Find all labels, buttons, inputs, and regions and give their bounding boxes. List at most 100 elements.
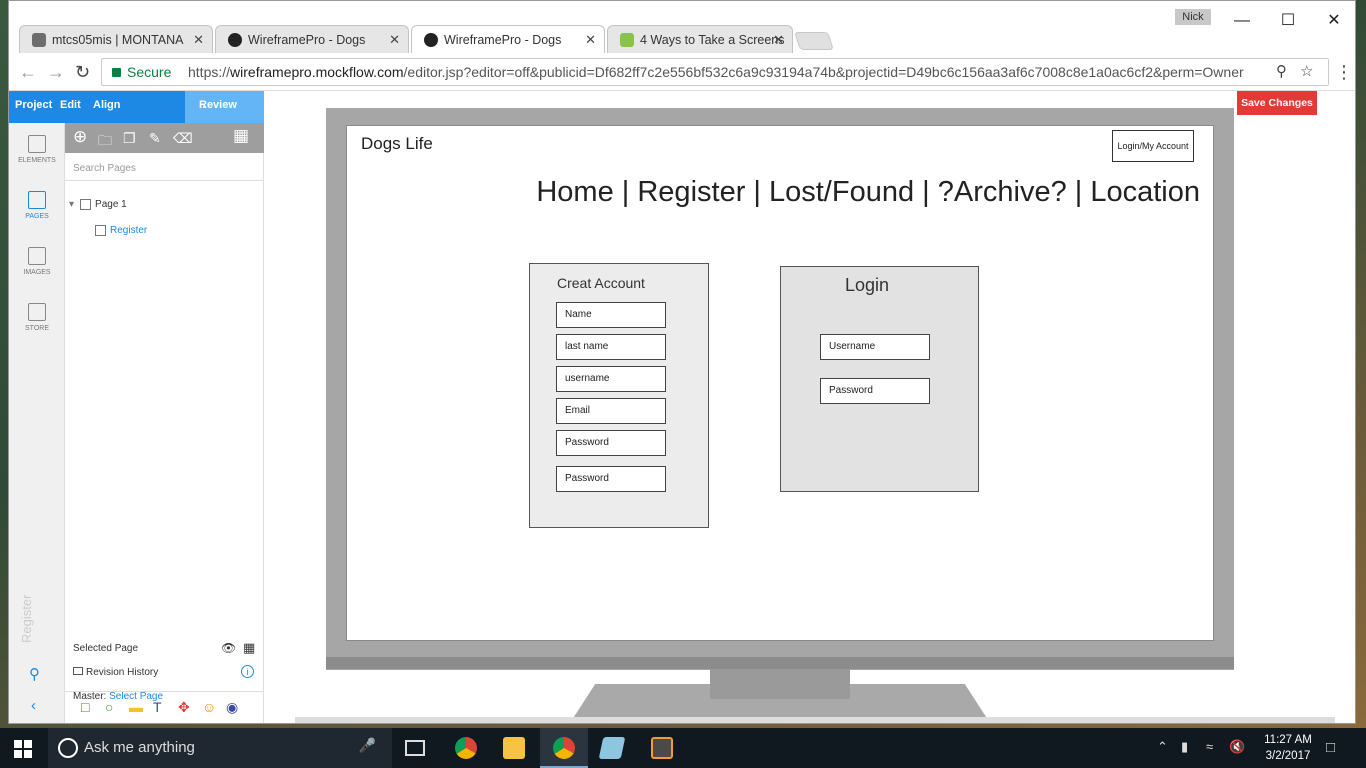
windows-start-icon[interactable] bbox=[14, 740, 32, 758]
cortana-search[interactable]: Ask me anything 🎤 bbox=[48, 728, 392, 768]
site-navigation[interactable]: Home | Register | Lost/Found | ?Archive?… bbox=[536, 176, 1200, 209]
microphone-icon[interactable]: 🎤 bbox=[359, 737, 376, 754]
last-name-field[interactable]: last name bbox=[556, 334, 666, 360]
page-icon bbox=[80, 199, 92, 210]
login-box[interactable]: Login Username Password bbox=[780, 266, 979, 492]
tab-mtcs05mis[interactable]: mtcs05mis | MONTANA ✕ bbox=[19, 25, 213, 53]
taskbar-file-explorer[interactable] bbox=[490, 728, 538, 768]
create-account-box[interactable]: Creat Account Name last name username Em… bbox=[529, 263, 709, 528]
url-scheme: https:// bbox=[188, 64, 231, 80]
menu-align[interactable]: Align bbox=[93, 99, 121, 111]
selected-page-row: Selected Page 👁 ▦ bbox=[73, 640, 255, 655]
rectangle-icon[interactable]: □ bbox=[81, 699, 89, 715]
notifications-icon[interactable]: □ bbox=[1326, 739, 1335, 756]
horizontal-scrollbar[interactable] bbox=[295, 717, 1335, 723]
info-icon[interactable]: i bbox=[241, 665, 254, 678]
folder-icon[interactable]: 🗀 bbox=[98, 130, 112, 154]
target-icon[interactable]: ◉ bbox=[226, 699, 238, 716]
revision-history-row[interactable]: Revision History i bbox=[73, 665, 254, 678]
rail-images[interactable]: IMAGES bbox=[9, 247, 65, 276]
review-label: Review bbox=[199, 99, 237, 111]
zoom-search-icon[interactable]: ⚲ bbox=[1276, 59, 1287, 85]
save-changes-button[interactable]: Save Changes bbox=[1237, 91, 1317, 115]
reload-icon[interactable]: ↻ bbox=[75, 62, 90, 83]
review-button[interactable]: Review › bbox=[185, 91, 264, 123]
editor-canvas[interactable]: Save Changes Dogs Life Login/My Account … bbox=[265, 91, 1355, 723]
site-title[interactable]: Dogs Life bbox=[361, 134, 433, 154]
username-field[interactable]: username bbox=[556, 366, 666, 392]
zoom-icon[interactable]: ⚲ bbox=[29, 665, 40, 683]
circle-icon[interactable]: ○ bbox=[105, 699, 113, 715]
email-field[interactable]: Email bbox=[556, 398, 666, 424]
bookmark-star-icon[interactable]: ☆ bbox=[1300, 59, 1313, 85]
login-account-button[interactable]: Login/My Account bbox=[1112, 130, 1194, 162]
back-arrow-icon[interactable]: ← bbox=[19, 62, 37, 83]
menu-edit[interactable]: Edit bbox=[60, 99, 81, 111]
name-field[interactable]: Name bbox=[556, 302, 666, 328]
volume-mute-icon[interactable]: 🔇 bbox=[1229, 739, 1245, 755]
collapse-panel-icon[interactable]: ‹ bbox=[31, 697, 36, 714]
new-tab-button[interactable] bbox=[794, 32, 834, 50]
taskbar-chrome-active[interactable] bbox=[540, 728, 588, 768]
delete-icon[interactable]: ⌫ bbox=[173, 130, 193, 147]
tree-label: Register bbox=[110, 225, 148, 237]
clock[interactable]: 11:27 AM 3/2/2017 bbox=[1256, 732, 1320, 764]
url-path: /editor.jsp?editor=off&publicid=Df682ff7… bbox=[403, 64, 1244, 80]
rail-store[interactable]: STORE bbox=[9, 303, 65, 332]
profile-badge[interactable]: Nick bbox=[1175, 9, 1211, 25]
rail-pages[interactable]: PAGES bbox=[9, 191, 65, 220]
rail-label: ELEMENTS bbox=[18, 157, 56, 164]
text-tool-icon[interactable]: T bbox=[153, 699, 162, 715]
sublime-text-icon bbox=[651, 737, 673, 759]
tab-wireframepro-2[interactable]: WireframePro - Dogs ✕ bbox=[411, 25, 605, 53]
slack-hash-icon bbox=[32, 33, 46, 47]
tab-screenshot-article[interactable]: 4 Ways to Take a Screens ✕ bbox=[607, 25, 793, 53]
notes-icon bbox=[598, 737, 626, 759]
menu-project[interactable]: Project bbox=[15, 99, 52, 111]
confirm-password-field[interactable]: Password bbox=[556, 466, 666, 492]
tab-close-icon[interactable]: ✕ bbox=[193, 32, 204, 48]
revision-history-label: Revision History bbox=[86, 667, 159, 678]
password-field[interactable]: Password bbox=[556, 430, 666, 456]
emoji-icon[interactable]: ☺ bbox=[202, 699, 216, 715]
taskbar-notes-app[interactable] bbox=[588, 728, 636, 768]
pages-panel: ⊕ 🗀 ❐ ✎ ⌫ ▦ Search Pages ▾ Page 1 Registe… bbox=[65, 123, 264, 723]
search-pages-input[interactable]: Search Pages bbox=[65, 157, 264, 181]
tab-wireframepro-1[interactable]: WireframePro - Dogs ✕ bbox=[215, 25, 409, 53]
secure-indicator[interactable]: Secure bbox=[112, 59, 171, 85]
tree-page-register[interactable]: Register bbox=[95, 225, 147, 236]
current-page-vertical-label: Register bbox=[19, 594, 34, 643]
line-icon[interactable]: ▬ bbox=[129, 699, 143, 715]
chrome-menu-icon[interactable]: ⋮ bbox=[1335, 62, 1353, 83]
tab-close-icon[interactable]: ✕ bbox=[585, 32, 596, 48]
login-password-field[interactable]: Password bbox=[820, 378, 930, 404]
revision-icon bbox=[73, 667, 83, 675]
secure-label: Secure bbox=[127, 64, 172, 80]
grid-icon[interactable]: ▦ bbox=[243, 640, 255, 656]
eye-icon[interactable]: 👁 bbox=[221, 641, 236, 655]
add-page-icon[interactable]: ⊕ bbox=[73, 127, 87, 147]
tab-close-icon[interactable]: ✕ bbox=[773, 32, 784, 48]
page-icon bbox=[95, 225, 106, 236]
cortana-placeholder: Ask me anything bbox=[84, 739, 195, 756]
store-icon bbox=[28, 303, 46, 321]
taskbar-sublime[interactable] bbox=[638, 728, 686, 768]
taskbar-chrome[interactable] bbox=[442, 728, 490, 768]
expand-caret-icon[interactable]: ▾ bbox=[69, 199, 74, 210]
login-username-field[interactable]: Username bbox=[820, 334, 930, 360]
grid-view-icon[interactable]: ▦ bbox=[233, 126, 249, 146]
rail-elements[interactable]: ELEMENTS bbox=[9, 135, 65, 164]
monitor-frame: Dogs Life Login/My Account Home | Regist… bbox=[326, 108, 1234, 670]
wireframe-screen[interactable]: Dogs Life Login/My Account Home | Regist… bbox=[346, 125, 1214, 641]
wifi-icon[interactable]: ≈ bbox=[1206, 739, 1213, 754]
task-view-button[interactable] bbox=[392, 728, 440, 768]
duplicate-icon[interactable]: ❐ bbox=[123, 130, 136, 147]
rename-icon[interactable]: ✎ bbox=[149, 130, 161, 147]
tab-close-icon[interactable]: ✕ bbox=[389, 32, 400, 48]
move-icon[interactable]: ✥ bbox=[178, 699, 190, 716]
url-input[interactable]: Secure https://wireframepro.mockflow.com… bbox=[101, 58, 1329, 86]
forward-arrow-icon[interactable]: → bbox=[47, 62, 65, 83]
tree-page-1[interactable]: ▾ Page 1 bbox=[69, 199, 127, 210]
battery-icon[interactable]: ▮ bbox=[1181, 739, 1188, 755]
show-hidden-icons[interactable]: ⌃ bbox=[1157, 739, 1168, 755]
